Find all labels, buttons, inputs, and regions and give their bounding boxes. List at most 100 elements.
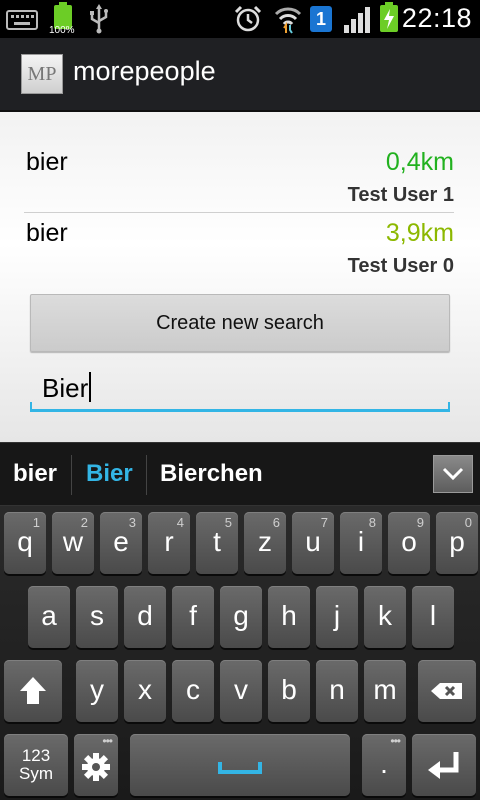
key-label: k xyxy=(378,600,392,631)
key-label: j xyxy=(333,600,341,631)
space-key[interactable] xyxy=(130,734,350,796)
key[interactable]: 0p xyxy=(436,512,478,574)
space-bar-icon xyxy=(218,762,262,774)
key-hint: 3 xyxy=(128,515,136,530)
key[interactable]: a xyxy=(28,586,70,648)
shift-key[interactable] xyxy=(4,660,62,722)
key-hint: 4 xyxy=(176,515,184,530)
row-divider xyxy=(24,212,454,213)
key[interactable]: m xyxy=(364,660,406,722)
key[interactable]: 9o xyxy=(388,512,430,574)
battery-charging-icon xyxy=(380,2,398,32)
create-new-search-button[interactable]: Create new search xyxy=(30,294,450,352)
signal-icon xyxy=(344,7,370,33)
key-hint: 6 xyxy=(272,515,280,530)
notification-count: 1 xyxy=(315,9,326,29)
usb-icon xyxy=(90,4,108,34)
key-hint: 0 xyxy=(464,515,472,530)
key[interactable]: 3e xyxy=(100,512,142,574)
key-hint: ••• xyxy=(102,734,113,748)
key[interactable]: 4r xyxy=(148,512,190,574)
key[interactable]: h xyxy=(268,586,310,648)
search-input-left-tick xyxy=(30,402,32,412)
key[interactable]: 1q xyxy=(4,512,46,574)
notification-badge-icon: 1 xyxy=(310,6,332,32)
key-label: d xyxy=(137,600,153,631)
key-hint: 5 xyxy=(224,515,232,530)
key[interactable]: k xyxy=(364,586,406,648)
key[interactable]: s xyxy=(76,586,118,648)
key-label: g xyxy=(233,600,249,631)
enter-arrow-icon xyxy=(428,752,459,779)
suggestion-item-active[interactable]: Bier xyxy=(86,460,133,488)
wifi-icon xyxy=(274,7,302,34)
key[interactable]: d xyxy=(124,586,166,648)
key-hint: ••• xyxy=(390,734,401,748)
key-label: a xyxy=(41,600,57,631)
action-bar: MP morepeople xyxy=(0,38,480,112)
result-distance: 3,9km xyxy=(385,219,454,247)
key-label: s xyxy=(90,600,104,631)
search-input[interactable]: Bier xyxy=(30,366,450,412)
key[interactable]: f xyxy=(172,586,214,648)
suggestion-divider xyxy=(71,455,72,495)
key[interactable]: b xyxy=(268,660,310,722)
key[interactable]: y xyxy=(76,660,118,722)
key[interactable]: 6z xyxy=(244,512,286,574)
status-time: 22:18 xyxy=(401,3,472,33)
key[interactable]: 8i xyxy=(340,512,382,574)
status-bar: 100% 1 22:18 xyxy=(0,0,480,38)
symbols-key-label: 123 Sym xyxy=(4,734,68,783)
key-label: v xyxy=(234,674,248,705)
key[interactable]: g xyxy=(220,586,262,648)
result-distance: 0,4km xyxy=(385,148,454,176)
suggestion-item[interactable]: bier xyxy=(13,460,57,488)
key[interactable]: l xyxy=(412,586,454,648)
key-hint: 2 xyxy=(80,515,88,530)
shift-arrow-icon xyxy=(20,677,46,704)
collapse-suggestions-button[interactable] xyxy=(433,455,473,493)
search-input-text: Bier xyxy=(42,373,89,403)
soft-keyboard: 1q 2w 3e 4r 5t 6z 7u 8i 9o 0p a s d f g … xyxy=(0,506,480,800)
battery-percent: 100% xyxy=(49,25,75,36)
search-input-underline xyxy=(30,409,450,412)
key[interactable]: 7u xyxy=(292,512,334,574)
key-hint: 9 xyxy=(416,515,424,530)
key-label: m xyxy=(373,674,397,705)
enter-key[interactable] xyxy=(412,734,476,796)
key-label: x xyxy=(138,674,152,705)
key-hint: 7 xyxy=(320,515,328,530)
suggestion-item[interactable]: Bierchen xyxy=(160,460,263,488)
backspace-key[interactable] xyxy=(418,660,476,722)
key-label: b xyxy=(281,674,297,705)
backspace-icon xyxy=(431,683,462,699)
text-caret xyxy=(89,372,92,402)
key-label: h xyxy=(281,600,297,631)
chevron-down-icon xyxy=(442,467,464,481)
suggestion-bar: bier Bier Bierchen xyxy=(0,442,480,506)
alarm-icon xyxy=(234,5,262,32)
key[interactable]: v xyxy=(220,660,262,722)
symbols-key[interactable]: 123 Sym xyxy=(4,734,68,796)
key[interactable]: n xyxy=(316,660,358,722)
period-key[interactable]: ••• . xyxy=(362,734,406,796)
result-row[interactable]: bier 3,9km Test User 0 xyxy=(24,217,454,287)
symbols-key-top: 123 xyxy=(21,746,51,765)
key[interactable]: x xyxy=(124,660,166,722)
settings-key[interactable]: ••• xyxy=(74,734,118,796)
keyboard-icon xyxy=(6,10,38,30)
search-input-right-tick xyxy=(448,402,450,412)
key[interactable]: j xyxy=(316,586,358,648)
result-row[interactable]: bier 0,4km Test User 1 xyxy=(24,146,454,216)
app-title: morepeople xyxy=(73,56,216,86)
key-label: f xyxy=(189,600,197,631)
app-logo-icon[interactable]: MP xyxy=(21,54,63,94)
main-content: bier 0,4km Test User 1 bier 3,9km Test U… xyxy=(0,112,480,442)
result-user: Test User 1 xyxy=(347,184,454,206)
key[interactable]: c xyxy=(172,660,214,722)
symbols-key-bottom: Sym xyxy=(19,764,53,783)
result-user: Test User 0 xyxy=(347,255,454,277)
key-label: y xyxy=(90,674,104,705)
key[interactable]: 5t xyxy=(196,512,238,574)
key[interactable]: 2w xyxy=(52,512,94,574)
